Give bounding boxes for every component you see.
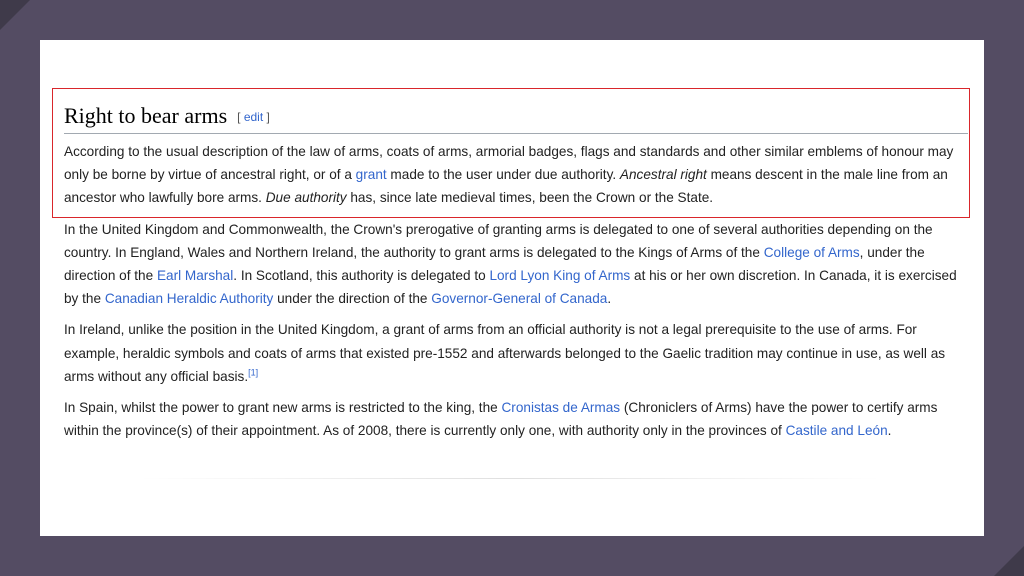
section-heading: Right to bear arms [ edit ] — [64, 102, 968, 134]
link-grant[interactable]: grant — [356, 167, 387, 182]
paragraph-definition: According to the usual description of th… — [64, 144, 954, 206]
edit-section: [ edit ] — [237, 110, 270, 124]
link-governor-general[interactable]: Governor-General of Canada — [431, 291, 607, 306]
link-lord-lyon[interactable]: Lord Lyon King of Arms — [489, 268, 630, 283]
link-college-of-arms[interactable]: College of Arms — [764, 245, 860, 260]
article-content: According to the usual description of th… — [64, 140, 962, 450]
paragraph-ireland: In Ireland, unlike the position in the U… — [64, 322, 946, 384]
edit-link[interactable]: edit — [244, 110, 263, 124]
corner-decoration — [994, 546, 1024, 576]
paragraph-uk: In the United Kingdom and Commonwealth, … — [64, 221, 957, 307]
corner-decoration — [0, 0, 30, 30]
link-castile-and-leon[interactable]: Castile and León — [786, 423, 888, 438]
article-page: Right to bear arms [ edit ] According to … — [40, 40, 984, 536]
reference-1[interactable]: [1] — [248, 367, 258, 377]
link-cronistas-de-armas[interactable]: Cronistas de Armas — [501, 400, 620, 415]
divider — [140, 478, 880, 479]
section-title: Right to bear arms — [64, 103, 228, 128]
link-canadian-heraldic-authority[interactable]: Canadian Heraldic Authority — [105, 291, 274, 306]
link-earl-marshal[interactable]: Earl Marshal — [157, 268, 233, 283]
paragraph-spain: In Spain, whilst the power to grant new … — [64, 400, 938, 439]
